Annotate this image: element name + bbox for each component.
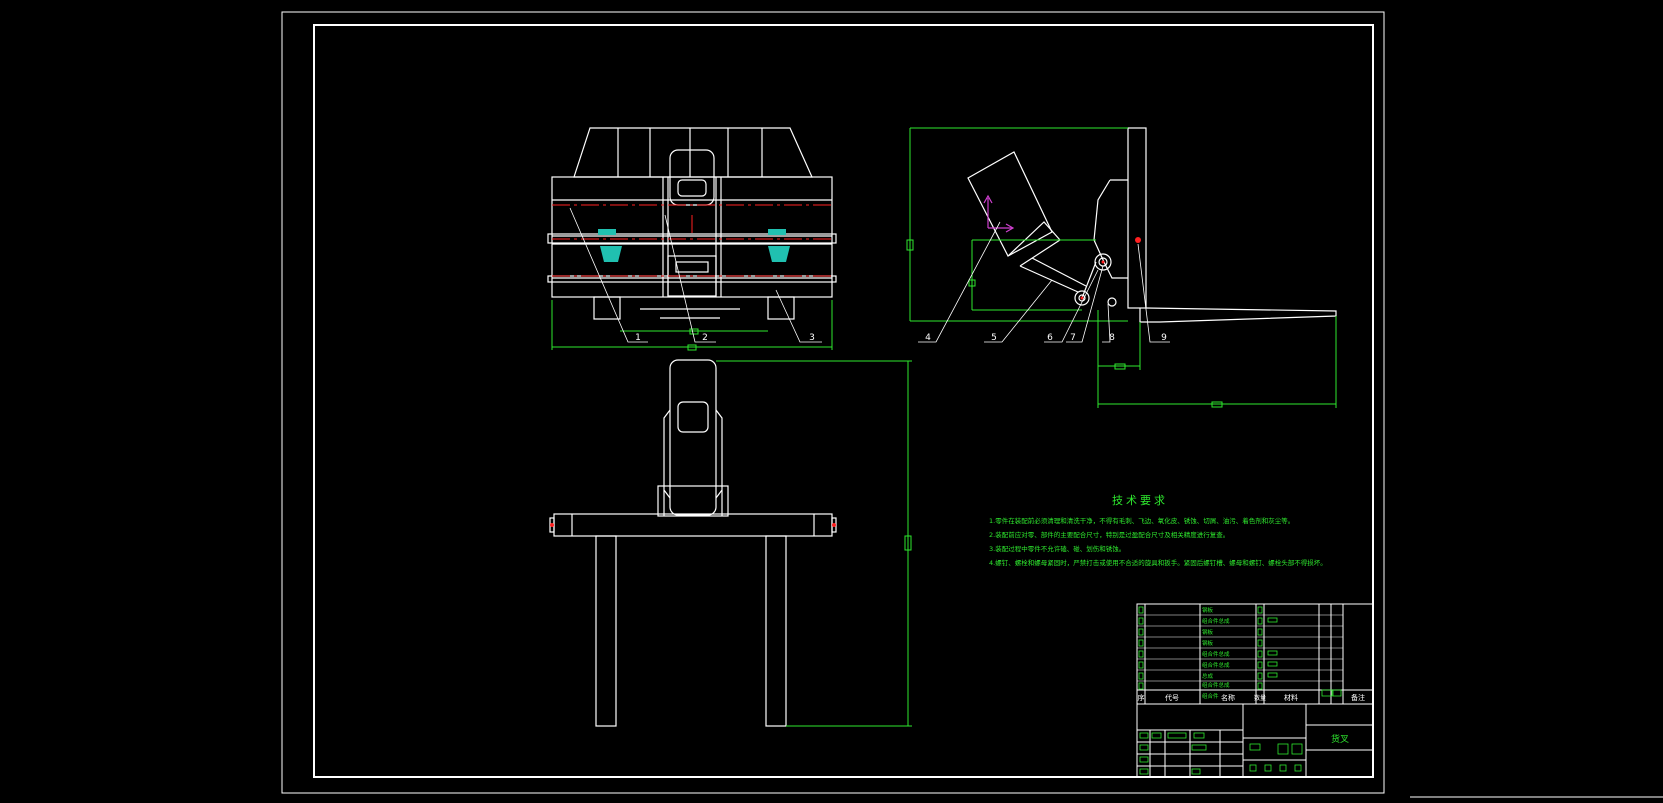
bom-row-name: 组合件总成: [1202, 650, 1230, 658]
bom-row-name: 总成: [1202, 672, 1214, 680]
title-block: 钢板 组合件总成 钢板 钢板 组合件总成 组合件总成 总成 组合件总成 组合件 …: [1136, 603, 1374, 778]
balloon-label: 7: [1070, 333, 1076, 343]
tech-requirement-item: 2.装配前应对零、部件的主要配合尺寸，特别是过盈配合尺寸及相关精度进行复查。: [989, 530, 1229, 539]
balloon-label: 3: [809, 333, 815, 343]
tech-requirements-title: 技术要求: [1112, 494, 1168, 507]
bom-row-name: 钢板: [1202, 606, 1214, 614]
side-view-ucs: [983, 194, 1015, 233]
bom-row-name: 组合件总成: [1202, 617, 1230, 625]
balloon-label: 1: [635, 333, 641, 343]
balloon-label: 4: [925, 333, 931, 343]
tech-requirement-item: 4.螺钉、螺栓和螺母紧固时，严禁打击或使用不合适的旋具和扳手。紧固后螺钉槽、螺母…: [989, 558, 1327, 567]
side-view-pins: [1080, 237, 1141, 300]
bom-header-code: 代号: [1165, 693, 1179, 702]
top-view: [549, 359, 837, 727]
bom-row-name: 组合件总成: [1202, 681, 1230, 689]
balloon-label: 5: [991, 333, 997, 343]
bom-row-lines: [1137, 614, 1343, 682]
side-view-balloons: 4 5 6 7 8 9: [925, 333, 1167, 343]
front-view-centerlines: [552, 204, 832, 277]
title-block-marks: [1139, 689, 1342, 775]
top-view-pins: [550, 523, 836, 527]
bom-row-name: 钢板: [1202, 639, 1214, 647]
side-view-dimensions: [906, 127, 1337, 408]
tech-requirement-item: 1.零件在装配前必须清理和清洗干净，不得有毛刺、飞边、氧化皮、锈蚀、切屑、油污、…: [989, 516, 1294, 525]
tech-requirements: 技术要求 1.零件在装配前必须清理和清洗干净，不得有毛刺、飞边、氧化皮、锈蚀、切…: [989, 494, 1327, 567]
bom-row-name: 组合件总成: [1202, 661, 1230, 669]
bom-row-name: 组合件: [1202, 692, 1219, 700]
bom-header-seq: 序: [1138, 693, 1145, 702]
tech-requirement-item: 3.装配过程中零件不允许磕、碰、划伤和锈蚀。: [989, 544, 1125, 553]
bom-header-note: 备注: [1351, 693, 1365, 702]
balloon-label: 2: [702, 333, 708, 343]
bom-header-material: 材料: [1284, 693, 1298, 702]
bom-row-name: 钢板: [1202, 628, 1214, 636]
front-view-leaders: [569, 207, 822, 343]
cad-drawing-canvas[interactable]: 1 2 3 4 5 6 7 8 9 技术要求 1.零件在装配前必须清理和清洗干净…: [0, 0, 1663, 803]
bom-header-qty: 数量: [1254, 694, 1266, 702]
balloon-label: 8: [1109, 333, 1115, 343]
bom-header-name: 名称: [1221, 693, 1235, 702]
bom-rows: 钢板 组合件总成 钢板 钢板 组合件总成 组合件总成 总成 组合件总成 组合件: [1202, 606, 1230, 700]
balloon-label: 9: [1161, 333, 1167, 343]
top-view-dimensions: [716, 360, 912, 727]
side-view: [967, 127, 1337, 323]
drawing-title: 货叉: [1331, 733, 1349, 745]
balloon-label: 6: [1047, 333, 1053, 343]
bom-table-grid: [1136, 603, 1374, 778]
front-view-balloons: 1 2 3: [635, 333, 815, 343]
